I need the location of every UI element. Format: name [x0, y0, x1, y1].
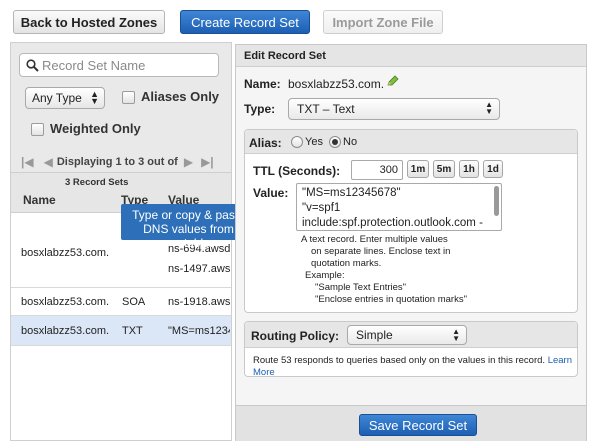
value-help-line: quotation marks.: [311, 258, 382, 269]
type-label: Type:: [244, 102, 276, 116]
pager-text: Displaying 1 to 3 out of: [56, 156, 178, 168]
routing-policy-value: Simple: [356, 328, 393, 342]
value-help-line: "Enclose entries in quotation marks": [315, 294, 467, 305]
ttl-input[interactable]: 300: [351, 160, 403, 180]
name-label: Name:: [244, 77, 281, 91]
row-name: bosxlabzz53.com.: [21, 296, 110, 308]
value-label: Value:: [253, 186, 289, 200]
create-record-set-button[interactable]: Create Record Set: [180, 10, 310, 34]
pencil-icon[interactable]: [386, 75, 400, 87]
value-help-line: A text record. Enter multiple values: [301, 234, 448, 245]
alias-row: Alias: Yes No: [245, 130, 577, 154]
pager: |◀ ◀ Displaying 1 to 3 out of ▶ ▶|: [21, 155, 214, 169]
save-record-set-button[interactable]: Save Record Set: [359, 414, 477, 436]
top-toolbar: Back to Hosted Zones Create Record Set I…: [0, 0, 590, 40]
name-value: bosxlabzz53.com.: [288, 77, 385, 91]
routing-help-text: Route 53 responds to queries based only …: [253, 355, 546, 366]
edit-record-set-panel: Edit Record Set Name: bosxlabzz53.com. T…: [235, 44, 587, 441]
edit-panel-title: Edit Record Set: [236, 45, 586, 67]
search-placeholder: Record Set Name: [42, 57, 146, 73]
select-arrows-icon: ▲ ▼: [452, 327, 460, 343]
routing-policy-label: Routing Policy:: [251, 329, 339, 343]
value-help-line: on separate lines. Enclose text in: [311, 246, 451, 257]
record-sets-count: 3 Record Sets: [65, 177, 129, 188]
prev-page-icon[interactable]: ◀: [44, 155, 53, 169]
next-page-icon[interactable]: ▶: [184, 155, 193, 169]
aliases-only-checkbox[interactable]: [122, 91, 135, 104]
weighted-only-label: Weighted Only: [50, 121, 141, 136]
type-select-value: TXT – Text: [297, 102, 355, 116]
weighted-only-checkbox[interactable]: [31, 123, 44, 136]
value-line: include:spf.protection.outlook.com -all": [302, 217, 483, 229]
search-icon: [26, 58, 39, 72]
type-filter-select[interactable]: Any Type ▲ ▼: [25, 87, 105, 109]
row-type: TXT: [122, 325, 143, 337]
row-name: bosxlabzz53.com.: [21, 325, 110, 337]
table-row-selected[interactable]: bosxlabzz53.com. TXT "MS=ms1234: [11, 316, 231, 346]
routing-policy-row: Routing Policy: Simple ▲ ▼: [245, 322, 577, 348]
search-input[interactable]: Record Set Name: [19, 53, 219, 77]
routing-policy-select[interactable]: Simple ▲ ▼: [347, 325, 467, 345]
row-value: "MS=ms1234: [168, 325, 230, 337]
type-select[interactable]: TXT – Text ▲ ▼: [288, 98, 500, 120]
alias-label: Alias:: [249, 136, 282, 150]
value-help-line: Example:: [305, 270, 345, 281]
import-zone-file-button[interactable]: Import Zone File: [323, 10, 443, 34]
record-details-box: Alias: Yes No TTL (Seconds): 300 1m 5m 1…: [244, 129, 578, 313]
alias-no-radio[interactable]: [329, 136, 341, 148]
value-line: "MS=ms12345678": [302, 187, 401, 199]
ttl-1h-button[interactable]: 1h: [459, 160, 479, 178]
aliases-only-label: Aliases Only: [141, 89, 220, 104]
value-help-line: "Sample Text Entries": [315, 282, 407, 293]
ttl-5m-button[interactable]: 5m: [433, 160, 455, 178]
alias-yes-radio[interactable]: [291, 136, 303, 148]
row-value: ns-1918.aws: [168, 296, 230, 308]
row-type: SOA: [122, 296, 146, 308]
type-filter-value: Any Type: [32, 91, 82, 105]
column-name[interactable]: Name: [23, 193, 56, 207]
back-to-hosted-zones-button[interactable]: Back to Hosted Zones: [13, 10, 165, 34]
select-arrows-icon: ▲ ▼: [485, 100, 493, 116]
value-line: "v=spf1: [302, 202, 341, 214]
filter-toolbar: Record Set Name Any Type ▲ ▼ Aliases Only…: [11, 43, 231, 173]
alias-no-label: No: [343, 136, 358, 148]
select-arrows-icon: ▲ ▼: [90, 89, 99, 106]
value-textarea[interactable]: "MS=ms12345678" "v=spf1 include:spf.prot…: [296, 183, 502, 231]
routing-help: Route 53 responds to queries based only …: [253, 355, 577, 379]
routing-policy-box: Routing Policy: Simple ▲ ▼ Route 53 respo…: [244, 321, 578, 379]
row-value: ns-1497.awsd: [168, 263, 230, 275]
alias-yes-label: Yes: [305, 136, 323, 148]
textarea-scrollbar[interactable]: [494, 186, 499, 216]
row-name: bosxlabzz53.com.: [21, 247, 110, 259]
ttl-1d-button[interactable]: 1d: [483, 160, 503, 178]
ttl-label: TTL (Seconds):: [253, 164, 341, 178]
first-page-icon[interactable]: |◀: [21, 155, 34, 169]
last-page-icon[interactable]: ▶|: [201, 155, 214, 169]
table-row[interactable]: bosxlabzz53.com. SOA ns-1918.aws: [11, 288, 231, 316]
ttl-1m-button[interactable]: 1m: [407, 160, 429, 178]
edit-panel-footer: Save Record Set: [236, 405, 586, 441]
